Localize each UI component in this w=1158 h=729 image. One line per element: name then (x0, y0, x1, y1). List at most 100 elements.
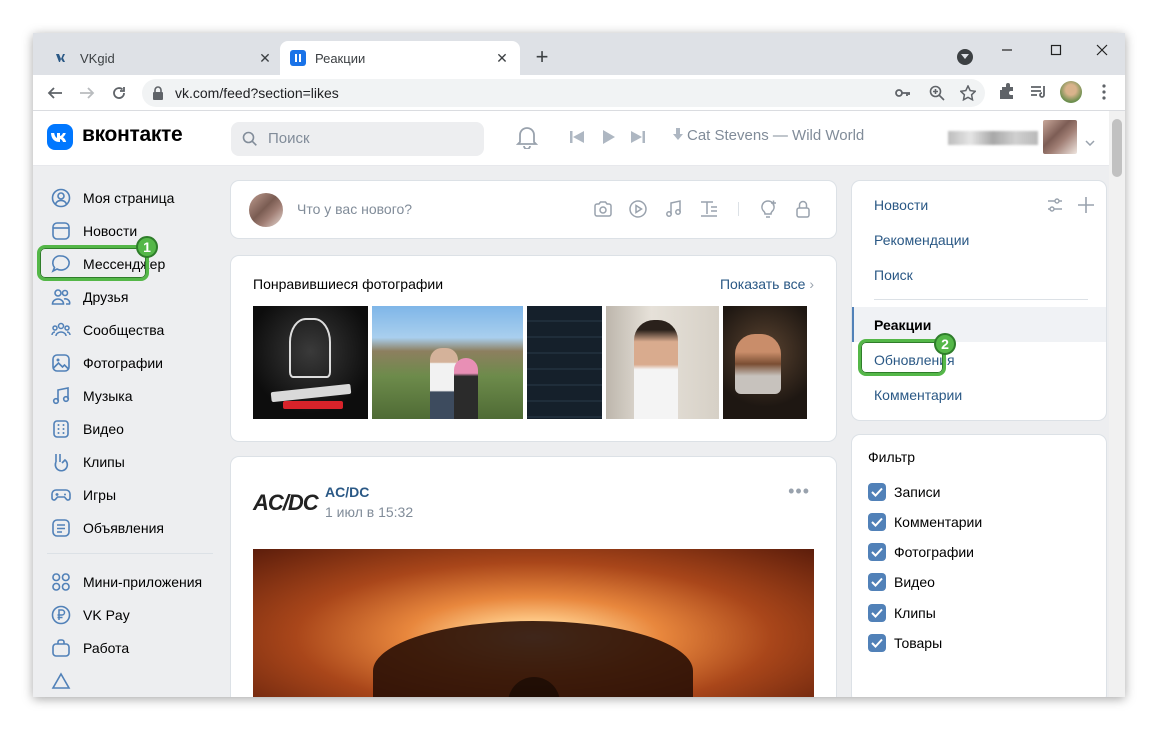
post-date[interactable]: 1 июл в 15:32 (325, 504, 413, 520)
lock-privacy-icon[interactable] (793, 199, 813, 224)
scrollbar-thumb[interactable] (1112, 119, 1122, 177)
music-note-icon[interactable] (664, 199, 684, 224)
tab-search-icon[interactable] (957, 49, 973, 65)
chevron-down-icon[interactable] (1085, 133, 1095, 151)
nav-music[interactable]: Музыка (47, 379, 217, 412)
minimize-icon[interactable] (995, 39, 1019, 61)
filter-option-photos[interactable]: Фотографии (868, 542, 974, 562)
notifications-bell-icon[interactable] (515, 125, 539, 154)
extensions-icon[interactable] (997, 83, 1017, 103)
lock-icon[interactable] (152, 86, 164, 105)
profile-avatar[interactable] (1060, 81, 1082, 103)
post-image[interactable] (253, 549, 814, 697)
right-nav-news[interactable]: Новости (852, 187, 1106, 222)
vk-header: вконтакте Поиск Cat Stevens — Wild World (33, 111, 1109, 166)
article-icon[interactable] (699, 199, 719, 224)
bookmark-star-icon[interactable] (959, 84, 977, 102)
new-tab-icon[interactable]: + (531, 46, 553, 69)
media-control-icon[interactable] (1029, 83, 1049, 103)
liked-photo[interactable] (606, 306, 719, 419)
nav-video[interactable]: Видео (47, 412, 217, 445)
tab-close-icon[interactable]: ✕ (492, 48, 512, 68)
user-name-blurred[interactable] (948, 131, 1038, 145)
tab-reactions[interactable]: Реакции ✕ (280, 41, 520, 75)
vk-logo-icon[interactable] (47, 124, 73, 150)
checkbox-checked-icon[interactable] (868, 483, 886, 501)
now-playing[interactable]: Cat Stevens — Wild World (673, 127, 864, 144)
nav-games[interactable]: Игры (47, 478, 217, 511)
post-author[interactable]: AC/DC (325, 484, 369, 500)
nav-label: VK Pay (83, 606, 130, 623)
chrome-menu-icon[interactable] (1095, 83, 1115, 103)
filter-option-comments[interactable]: Комментарии (868, 512, 982, 532)
newsfeed-icon (50, 220, 72, 242)
filter-option-clips[interactable]: Клипы (868, 603, 936, 623)
nav-mini-apps[interactable]: Мини-приложения (47, 565, 217, 598)
key-icon[interactable] (895, 85, 911, 101)
vk-favicon-icon (55, 50, 71, 66)
video-play-icon[interactable] (628, 199, 648, 224)
nav-ads[interactable]: Объявления (47, 511, 217, 544)
filter-option-posts[interactable]: Записи (868, 482, 940, 502)
nav-photos[interactable]: Фотографии (47, 346, 217, 379)
nav-news[interactable]: Новости (47, 214, 217, 247)
checkbox-checked-icon[interactable] (868, 513, 886, 531)
previous-track-icon[interactable] (570, 130, 584, 149)
filter-option-label: Клипы (894, 605, 936, 621)
filter-option-video[interactable]: Видео (868, 572, 935, 592)
nav-clips[interactable]: Клипы (47, 445, 217, 478)
address-bar[interactable]: vk.com/feed?section=likes (142, 79, 985, 107)
right-nav-divider (874, 299, 1088, 300)
filter-option-label: Товары (894, 635, 943, 651)
back-icon[interactable] (43, 81, 67, 105)
page-scrollbar[interactable] (1109, 111, 1125, 697)
right-nav-label: Поиск (874, 266, 913, 283)
more-options-icon[interactable]: ••• (788, 481, 810, 502)
liked-photo[interactable] (723, 306, 807, 419)
search-input[interactable]: Поиск (231, 122, 484, 156)
checkbox-checked-icon[interactable] (868, 543, 886, 561)
right-nav-reactions[interactable]: Реакции (852, 307, 1106, 342)
reload-icon[interactable] (107, 81, 131, 105)
window-close-icon[interactable] (1090, 39, 1114, 61)
composer-placeholder[interactable]: Что у вас нового? (297, 201, 412, 217)
checkbox-checked-icon[interactable] (868, 634, 886, 652)
annotation-badge: 1 (136, 236, 158, 258)
camera-icon[interactable] (593, 199, 613, 224)
next-track-icon[interactable] (631, 130, 645, 149)
forward-icon[interactable] (75, 81, 99, 105)
right-nav-comments[interactable]: Комментарии (852, 377, 1106, 412)
nav-my-page[interactable]: Моя страница (47, 181, 217, 214)
tab-strip: VKgid ✕ Реакции ✕ + (33, 33, 1125, 75)
nav-work[interactable]: Работа (47, 631, 217, 664)
user-circle-icon (50, 187, 72, 209)
add-icon[interactable] (1077, 196, 1095, 219)
tab-vkgid[interactable]: VKgid ✕ (45, 41, 283, 75)
tab-close-icon[interactable]: ✕ (255, 48, 275, 68)
lightbulb-plus-icon[interactable] (758, 199, 778, 224)
filter-option-goods[interactable]: Товары (868, 633, 942, 653)
nav-label: Новости (83, 222, 138, 239)
checkbox-checked-icon[interactable] (868, 573, 886, 591)
settings-sliders-icon[interactable] (1047, 197, 1063, 218)
album-art-text (270, 383, 352, 403)
post-composer[interactable]: Что у вас нового? (231, 181, 836, 238)
right-nav-search[interactable]: Поиск (852, 257, 1106, 292)
post-avatar-logo[interactable]: AC/DC (253, 490, 319, 516)
liked-photo[interactable] (527, 306, 602, 419)
nav-communities[interactable]: Сообщества (47, 313, 217, 346)
nav-friends[interactable]: Друзья (47, 280, 217, 313)
zoom-icon[interactable] (929, 85, 945, 101)
vk-logo-text[interactable]: вконтакте (82, 123, 183, 147)
right-nav-recommendations[interactable]: Рекомендации (852, 222, 1106, 257)
play-icon[interactable] (602, 130, 616, 149)
maximize-icon[interactable] (1044, 39, 1068, 61)
browser-toolbar: vk.com/feed?section=likes (33, 75, 1125, 111)
checkbox-checked-icon[interactable] (868, 604, 886, 622)
show-all-link[interactable]: Показать все › (720, 276, 814, 292)
nav-vk-pay[interactable]: VK Pay (47, 598, 217, 631)
nav-more[interactable] (47, 665, 217, 697)
liked-photo[interactable] (253, 306, 368, 419)
liked-photo[interactable] (372, 306, 523, 419)
user-avatar[interactable] (1043, 120, 1077, 154)
